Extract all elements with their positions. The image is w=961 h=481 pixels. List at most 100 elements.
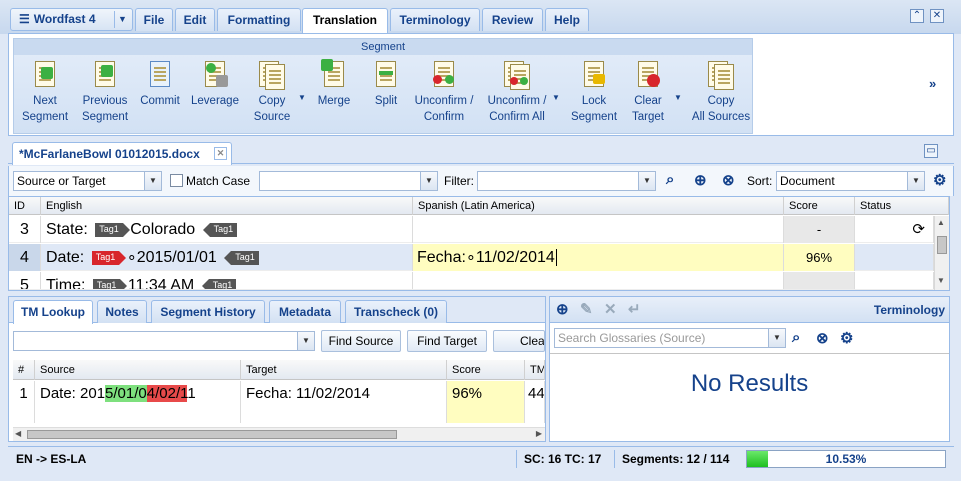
tab-notes[interactable]: Notes	[97, 300, 147, 323]
split-button[interactable]: Split	[366, 61, 406, 109]
tm-source-cell: Date: 2015/01/04/02/11	[35, 381, 241, 423]
unconfirm-all-dropdown-icon[interactable]: ▼	[552, 93, 560, 102]
source-cell[interactable]: State: Tag1 Colorado Tag1	[41, 216, 413, 243]
sort-select[interactable]: Document ▼	[776, 171, 925, 191]
tm-result-row[interactable]: 1 Date: 2015/01/04/02/11 Fecha: 11/02/20…	[13, 381, 545, 423]
match-case-label: Match Case	[186, 174, 251, 188]
text-cursor	[555, 249, 557, 266]
bottom-tab-strip: TM Lookup Notes Segment History Metadata…	[9, 297, 545, 324]
clear-target-dropdown-icon[interactable]: ▼	[674, 93, 682, 102]
delete-term-icon[interactable]: ✕	[604, 300, 617, 318]
tm-search-combo[interactable]: ▼	[13, 331, 315, 351]
split-icon	[373, 61, 399, 89]
find-target-button[interactable]: Find Target	[407, 330, 487, 352]
tab-review[interactable]: Review	[482, 8, 543, 31]
tab-formatting[interactable]: Formatting	[217, 8, 301, 31]
clear-search-icon[interactable]: ⊗	[816, 329, 829, 347]
gear-icon[interactable]: ⚙	[933, 171, 946, 189]
gear-icon[interactable]: ⚙	[840, 329, 853, 347]
copy-source-button[interactable]: Copy Source	[248, 61, 296, 125]
tab-segment-history[interactable]: Segment History	[151, 300, 265, 323]
segment-row[interactable]: 5 Time: Tag1 11:34 AM Tag1	[9, 272, 934, 290]
column-score[interactable]: Score	[784, 197, 855, 215]
leverage-button[interactable]: Leverage	[190, 61, 240, 109]
lock-segment-line2: Segment	[570, 111, 618, 123]
collapse-ribbon-icon[interactable]: ⌃	[910, 9, 924, 23]
glossary-search-placeholder: Search Glossaries (Source)	[558, 331, 706, 345]
column-score[interactable]: Score	[447, 360, 525, 380]
scroll-thumb[interactable]	[937, 236, 947, 254]
tab-tm-lookup[interactable]: TM Lookup	[13, 300, 93, 324]
document-tab-strip: *McFarlaneBowl 01012015.docx ✕ ▭	[8, 140, 954, 165]
top-menu-bar: ☰ Wordfast 4 ▼ File Edit Formatting Trans…	[0, 0, 961, 34]
column-source[interactable]: Source	[35, 360, 241, 380]
column-spanish[interactable]: Spanish (Latin America)	[413, 197, 784, 215]
sort-label: Sort:	[747, 174, 773, 188]
insert-term-icon[interactable]: ↵	[628, 300, 641, 318]
match-case-checkbox[interactable]	[170, 174, 183, 187]
tm-source-text: 1	[187, 385, 196, 402]
search-icon[interactable]: ⌕	[792, 329, 800, 346]
search-icon[interactable]: ⌕	[666, 171, 674, 188]
column-num[interactable]: #	[13, 360, 35, 380]
column-tm[interactable]: TM	[525, 360, 545, 380]
target-cell[interactable]	[413, 216, 784, 243]
clear-target-button[interactable]: Clear Target	[626, 61, 670, 125]
segment-row[interactable]: 3 State: Tag1 Colorado Tag1 - ⟳	[9, 216, 934, 243]
edit-term-icon[interactable]: ✎	[580, 300, 593, 318]
column-target[interactable]: Target	[241, 360, 447, 380]
ribbon-more-icon[interactable]: »	[929, 76, 936, 91]
tab-translation[interactable]: Translation	[302, 8, 388, 33]
unconfirm-confirm-button[interactable]: Unconfirm / Confirm	[414, 61, 474, 125]
app-menu-button[interactable]: ☰ Wordfast 4 ▼	[10, 8, 133, 31]
scroll-up-icon[interactable]: ▲	[937, 218, 945, 227]
filter-select[interactable]: ▼	[477, 171, 656, 191]
unconfirm-confirm-all-button[interactable]: Unconfirm / Confirm All	[484, 61, 550, 125]
source-cell[interactable]: Time: Tag1 11:34 AM Tag1	[41, 272, 413, 290]
terminology-title: Terminology	[873, 303, 945, 317]
find-source-button[interactable]: Find Source	[321, 330, 401, 352]
next-segment-button[interactable]: Next Segment	[20, 61, 70, 125]
copy-all-sources-button[interactable]: Copy All Sources	[690, 61, 752, 125]
chevron-down-icon: ▼	[144, 172, 161, 190]
scroll-right-icon[interactable]: ▶	[536, 429, 542, 438]
maximize-icon[interactable]: ▭	[924, 144, 938, 158]
scroll-down-icon[interactable]: ▼	[937, 276, 945, 285]
column-english[interactable]: English	[41, 197, 413, 215]
merge-button[interactable]: Merge	[312, 59, 356, 109]
source-text: ∘2015/01/01	[126, 249, 217, 266]
glossary-search-input[interactable]: Search Glossaries (Source) ▼	[554, 328, 786, 348]
clear-button[interactable]: Clear	[493, 330, 545, 352]
scroll-thumb[interactable]	[27, 430, 397, 439]
close-tab-icon[interactable]: ✕	[214, 147, 227, 160]
source-text: 11:34 AM	[127, 277, 195, 290]
tab-help[interactable]: Help	[545, 8, 589, 31]
tab-edit[interactable]: Edit	[175, 8, 215, 31]
source-cell[interactable]: Date: Tag1 ∘2015/01/01 Tag1	[41, 244, 413, 271]
lock-segment-button[interactable]: Lock Segment	[570, 61, 618, 125]
grid-scrollbar[interactable]: ▲ ▼	[934, 216, 949, 290]
tab-transcheck[interactable]: Transcheck (0)	[345, 300, 447, 323]
scroll-left-icon[interactable]: ◀	[15, 429, 21, 438]
close-icon[interactable]: ✕	[930, 9, 944, 23]
tm-horizontal-scrollbar[interactable]: ◀ ▶	[13, 427, 545, 441]
document-tab[interactable]: *McFarlaneBowl 01012015.docx ✕	[12, 142, 232, 165]
column-id[interactable]: ID	[9, 197, 41, 215]
copy-source-dropdown-icon[interactable]: ▼	[298, 93, 306, 102]
add-term-icon[interactable]: ⊕	[556, 300, 569, 318]
scope-select[interactable]: Source or Target ▼	[13, 171, 162, 191]
segment-group-title: Segment	[14, 39, 752, 55]
tab-file[interactable]: File	[135, 8, 173, 31]
tab-terminology[interactable]: Terminology	[390, 8, 480, 31]
column-status[interactable]: Status	[855, 197, 949, 215]
search-next-icon[interactable]: ⊕	[694, 171, 707, 189]
target-cell[interactable]	[413, 272, 784, 289]
previous-segment-button[interactable]: Previous Segment	[78, 61, 132, 125]
clear-search-icon[interactable]: ⊗	[722, 171, 735, 189]
segment-row-active[interactable]: 4 Date: Tag1 ∘2015/01/01 Tag1 Fecha:∘11/…	[9, 244, 934, 271]
tab-metadata[interactable]: Metadata	[269, 300, 341, 323]
lock-segment-line1: Lock	[581, 95, 607, 107]
commit-button[interactable]: Commit	[138, 61, 182, 109]
search-combo[interactable]: ▼	[259, 171, 438, 191]
target-edit-cell[interactable]: Fecha:∘11/02/2014	[413, 244, 784, 271]
